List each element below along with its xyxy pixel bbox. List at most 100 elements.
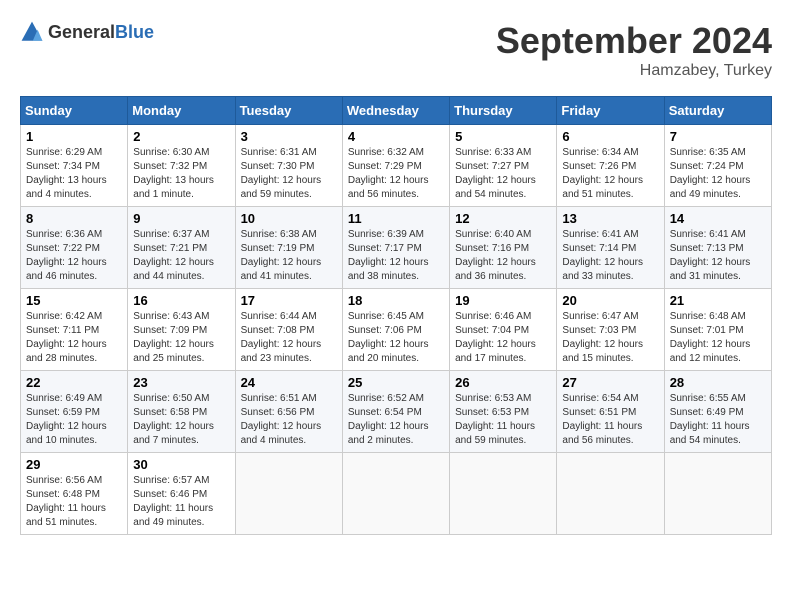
calendar-week-row: 1 Sunrise: 6:29 AMSunset: 7:34 PMDayligh… bbox=[21, 125, 772, 207]
day-number: 21 bbox=[670, 293, 766, 308]
day-cell: 24 Sunrise: 6:51 AMSunset: 6:56 PMDaylig… bbox=[235, 371, 342, 453]
day-number: 8 bbox=[26, 211, 122, 226]
col-saturday: Saturday bbox=[664, 97, 771, 125]
day-info: Sunrise: 6:57 AMSunset: 6:46 PMDaylight:… bbox=[133, 475, 213, 528]
empty-cell bbox=[664, 453, 771, 535]
day-info: Sunrise: 6:35 AMSunset: 7:24 PMDaylight:… bbox=[670, 147, 751, 200]
logo: GeneralBlue bbox=[20, 20, 154, 44]
day-cell: 7 Sunrise: 6:35 AMSunset: 7:24 PMDayligh… bbox=[664, 125, 771, 207]
day-number: 30 bbox=[133, 457, 229, 472]
day-cell: 16 Sunrise: 6:43 AMSunset: 7:09 PMDaylig… bbox=[128, 289, 235, 371]
day-number: 13 bbox=[562, 211, 658, 226]
day-info: Sunrise: 6:41 AMSunset: 7:14 PMDaylight:… bbox=[562, 229, 643, 282]
day-info: Sunrise: 6:47 AMSunset: 7:03 PMDaylight:… bbox=[562, 311, 643, 364]
empty-cell bbox=[557, 453, 664, 535]
day-number: 1 bbox=[26, 129, 122, 144]
day-number: 5 bbox=[455, 129, 551, 144]
day-cell: 26 Sunrise: 6:53 AMSunset: 6:53 PMDaylig… bbox=[450, 371, 557, 453]
day-cell: 28 Sunrise: 6:55 AMSunset: 6:49 PMDaylig… bbox=[664, 371, 771, 453]
day-info: Sunrise: 6:29 AMSunset: 7:34 PMDaylight:… bbox=[26, 147, 107, 200]
day-cell: 18 Sunrise: 6:45 AMSunset: 7:06 PMDaylig… bbox=[342, 289, 449, 371]
day-info: Sunrise: 6:45 AMSunset: 7:06 PMDaylight:… bbox=[348, 311, 429, 364]
day-cell: 19 Sunrise: 6:46 AMSunset: 7:04 PMDaylig… bbox=[450, 289, 557, 371]
col-wednesday: Wednesday bbox=[342, 97, 449, 125]
month-year-title: September 2024 bbox=[496, 20, 772, 62]
day-info: Sunrise: 6:49 AMSunset: 6:59 PMDaylight:… bbox=[26, 393, 107, 446]
day-number: 7 bbox=[670, 129, 766, 144]
day-number: 19 bbox=[455, 293, 551, 308]
day-cell: 4 Sunrise: 6:32 AMSunset: 7:29 PMDayligh… bbox=[342, 125, 449, 207]
calendar-week-row: 29 Sunrise: 6:56 AMSunset: 6:48 PMDaylig… bbox=[21, 453, 772, 535]
day-info: Sunrise: 6:54 AMSunset: 6:51 PMDaylight:… bbox=[562, 393, 642, 446]
day-cell: 13 Sunrise: 6:41 AMSunset: 7:14 PMDaylig… bbox=[557, 207, 664, 289]
logo-icon bbox=[20, 20, 44, 44]
day-cell: 22 Sunrise: 6:49 AMSunset: 6:59 PMDaylig… bbox=[21, 371, 128, 453]
day-number: 6 bbox=[562, 129, 658, 144]
day-cell: 11 Sunrise: 6:39 AMSunset: 7:17 PMDaylig… bbox=[342, 207, 449, 289]
calendar-week-row: 8 Sunrise: 6:36 AMSunset: 7:22 PMDayligh… bbox=[21, 207, 772, 289]
day-number: 18 bbox=[348, 293, 444, 308]
day-info: Sunrise: 6:39 AMSunset: 7:17 PMDaylight:… bbox=[348, 229, 429, 282]
day-cell: 20 Sunrise: 6:47 AMSunset: 7:03 PMDaylig… bbox=[557, 289, 664, 371]
empty-cell bbox=[450, 453, 557, 535]
col-monday: Monday bbox=[128, 97, 235, 125]
day-info: Sunrise: 6:52 AMSunset: 6:54 PMDaylight:… bbox=[348, 393, 429, 446]
day-number: 27 bbox=[562, 375, 658, 390]
day-cell: 8 Sunrise: 6:36 AMSunset: 7:22 PMDayligh… bbox=[21, 207, 128, 289]
day-info: Sunrise: 6:34 AMSunset: 7:26 PMDaylight:… bbox=[562, 147, 643, 200]
day-cell: 21 Sunrise: 6:48 AMSunset: 7:01 PMDaylig… bbox=[664, 289, 771, 371]
day-info: Sunrise: 6:46 AMSunset: 7:04 PMDaylight:… bbox=[455, 311, 536, 364]
day-number: 29 bbox=[26, 457, 122, 472]
day-info: Sunrise: 6:51 AMSunset: 6:56 PMDaylight:… bbox=[241, 393, 322, 446]
day-cell: 15 Sunrise: 6:42 AMSunset: 7:11 PMDaylig… bbox=[21, 289, 128, 371]
day-cell: 3 Sunrise: 6:31 AMSunset: 7:30 PMDayligh… bbox=[235, 125, 342, 207]
day-cell: 9 Sunrise: 6:37 AMSunset: 7:21 PMDayligh… bbox=[128, 207, 235, 289]
col-thursday: Thursday bbox=[450, 97, 557, 125]
day-number: 23 bbox=[133, 375, 229, 390]
calendar-week-row: 22 Sunrise: 6:49 AMSunset: 6:59 PMDaylig… bbox=[21, 371, 772, 453]
day-cell: 12 Sunrise: 6:40 AMSunset: 7:16 PMDaylig… bbox=[450, 207, 557, 289]
day-cell: 14 Sunrise: 6:41 AMSunset: 7:13 PMDaylig… bbox=[664, 207, 771, 289]
day-info: Sunrise: 6:32 AMSunset: 7:29 PMDaylight:… bbox=[348, 147, 429, 200]
day-number: 26 bbox=[455, 375, 551, 390]
location-subtitle: Hamzabey, Turkey bbox=[496, 62, 772, 80]
day-number: 4 bbox=[348, 129, 444, 144]
day-info: Sunrise: 6:41 AMSunset: 7:13 PMDaylight:… bbox=[670, 229, 751, 282]
day-info: Sunrise: 6:36 AMSunset: 7:22 PMDaylight:… bbox=[26, 229, 107, 282]
day-number: 25 bbox=[348, 375, 444, 390]
day-info: Sunrise: 6:42 AMSunset: 7:11 PMDaylight:… bbox=[26, 311, 107, 364]
day-info: Sunrise: 6:56 AMSunset: 6:48 PMDaylight:… bbox=[26, 475, 106, 528]
day-cell: 2 Sunrise: 6:30 AMSunset: 7:32 PMDayligh… bbox=[128, 125, 235, 207]
day-cell: 6 Sunrise: 6:34 AMSunset: 7:26 PMDayligh… bbox=[557, 125, 664, 207]
day-cell: 10 Sunrise: 6:38 AMSunset: 7:19 PMDaylig… bbox=[235, 207, 342, 289]
logo-text: GeneralBlue bbox=[48, 22, 154, 43]
day-number: 2 bbox=[133, 129, 229, 144]
calendar-header-row: Sunday Monday Tuesday Wednesday Thursday… bbox=[21, 97, 772, 125]
empty-cell bbox=[235, 453, 342, 535]
day-cell: 1 Sunrise: 6:29 AMSunset: 7:34 PMDayligh… bbox=[21, 125, 128, 207]
day-info: Sunrise: 6:43 AMSunset: 7:09 PMDaylight:… bbox=[133, 311, 214, 364]
day-cell: 5 Sunrise: 6:33 AMSunset: 7:27 PMDayligh… bbox=[450, 125, 557, 207]
day-info: Sunrise: 6:33 AMSunset: 7:27 PMDaylight:… bbox=[455, 147, 536, 200]
day-number: 11 bbox=[348, 211, 444, 226]
day-number: 3 bbox=[241, 129, 337, 144]
col-sunday: Sunday bbox=[21, 97, 128, 125]
day-cell: 17 Sunrise: 6:44 AMSunset: 7:08 PMDaylig… bbox=[235, 289, 342, 371]
day-cell: 27 Sunrise: 6:54 AMSunset: 6:51 PMDaylig… bbox=[557, 371, 664, 453]
day-number: 9 bbox=[133, 211, 229, 226]
day-info: Sunrise: 6:38 AMSunset: 7:19 PMDaylight:… bbox=[241, 229, 322, 282]
day-number: 10 bbox=[241, 211, 337, 226]
day-info: Sunrise: 6:40 AMSunset: 7:16 PMDaylight:… bbox=[455, 229, 536, 282]
day-info: Sunrise: 6:37 AMSunset: 7:21 PMDaylight:… bbox=[133, 229, 214, 282]
day-number: 24 bbox=[241, 375, 337, 390]
col-friday: Friday bbox=[557, 97, 664, 125]
calendar-table: Sunday Monday Tuesday Wednesday Thursday… bbox=[20, 96, 772, 535]
day-number: 15 bbox=[26, 293, 122, 308]
page-header: GeneralBlue September 2024 Hamzabey, Tur… bbox=[20, 20, 772, 80]
title-block: September 2024 Hamzabey, Turkey bbox=[496, 20, 772, 80]
calendar-week-row: 15 Sunrise: 6:42 AMSunset: 7:11 PMDaylig… bbox=[21, 289, 772, 371]
day-cell: 23 Sunrise: 6:50 AMSunset: 6:58 PMDaylig… bbox=[128, 371, 235, 453]
day-number: 12 bbox=[455, 211, 551, 226]
day-info: Sunrise: 6:53 AMSunset: 6:53 PMDaylight:… bbox=[455, 393, 535, 446]
day-info: Sunrise: 6:30 AMSunset: 7:32 PMDaylight:… bbox=[133, 147, 214, 200]
